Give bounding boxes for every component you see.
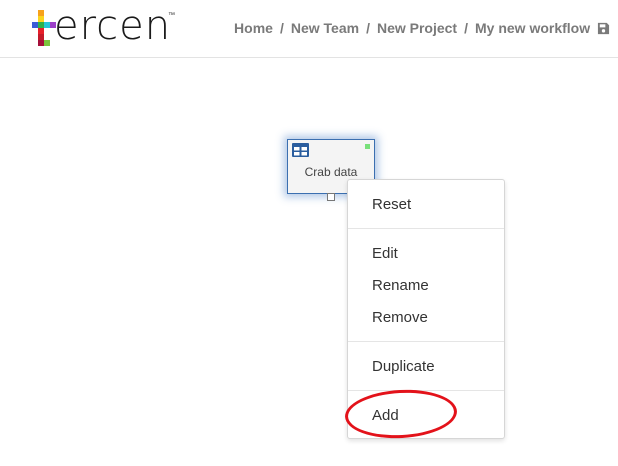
workflow-canvas[interactable] xyxy=(0,58,618,466)
node-output-port[interactable] xyxy=(327,193,335,201)
menu-item-duplicate[interactable]: Duplicate xyxy=(348,352,504,382)
menu-divider xyxy=(348,228,504,229)
tercen-logo[interactable]: ercen ™ xyxy=(30,3,190,50)
breadcrumb-home[interactable]: Home xyxy=(234,20,273,36)
menu-item-reset[interactable]: Reset xyxy=(348,190,504,220)
breadcrumb-separator: / xyxy=(464,20,468,36)
table-icon xyxy=(292,143,309,162)
breadcrumb-separator: / xyxy=(279,20,284,36)
top-header: ercen ™ Home / New Team / New Project / My new… xyxy=(0,0,618,58)
save-icon[interactable] xyxy=(597,22,610,38)
logo-text: ercen xyxy=(54,3,172,49)
menu-divider xyxy=(348,341,504,342)
breadcrumb: Home / New Team / New Project / My new workflo… xyxy=(234,20,610,38)
breadcrumb-separator: / xyxy=(366,20,370,36)
breadcrumb-team[interactable]: New Team xyxy=(291,20,359,36)
menu-item-edit[interactable]: Edit xyxy=(348,239,504,269)
logo-trademark: ™ xyxy=(168,12,175,19)
breadcrumb-workflow[interactable]: My new workflow xyxy=(475,20,590,36)
breadcrumb-project[interactable]: New Project xyxy=(377,20,457,36)
menu-item-rename[interactable]: Rename xyxy=(348,271,504,301)
node-status-indicator xyxy=(365,144,370,149)
node-label: Crab data xyxy=(304,165,358,179)
menu-item-remove[interactable]: Remove xyxy=(348,303,504,333)
